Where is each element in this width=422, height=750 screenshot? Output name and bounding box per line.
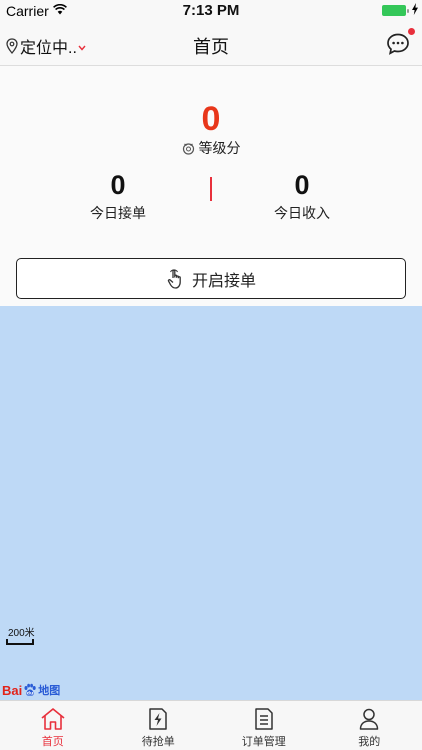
battery-icon — [382, 5, 409, 16]
baidu-logo-text: Bai — [2, 682, 23, 698]
tab-bar: 首页 待抢单 订单管理 我的 — [0, 700, 422, 750]
tab-home[interactable]: 首页 — [0, 701, 106, 750]
bolt-document-icon — [149, 708, 167, 730]
hand-pointer-icon — [167, 268, 181, 289]
status-time: 7:13 PM — [182, 2, 240, 19]
tab-profile-label: 我的 — [358, 736, 381, 748]
tab-grab-orders-label: 待抢单 — [141, 736, 175, 748]
map-view[interactable]: 200米 Bai du 地图 — [0, 306, 422, 700]
person-icon — [360, 708, 379, 730]
chat-bubble-icon — [387, 33, 409, 55]
home-icon — [41, 708, 65, 730]
start-button-label: 开启接单 — [191, 272, 256, 290]
stats-divider — [210, 177, 212, 201]
status-bar: Carrier 7:13 PM — [0, 0, 422, 22]
page-title: 首页 — [193, 37, 229, 57]
map-scale-label: 200米 — [8, 628, 35, 639]
level-label: 等级分 — [198, 140, 241, 156]
messages-button[interactable] — [386, 28, 415, 58]
today-income-value: 0 — [294, 170, 310, 200]
today-income-stat: 0 今日收入 — [232, 170, 372, 223]
tab-order-management-label: 订单管理 — [241, 736, 286, 748]
svg-text:du: du — [27, 691, 33, 697]
map-scale: 200米 — [6, 624, 35, 645]
medal-icon — [182, 142, 194, 155]
baidu-map-logo: Bai du 地图 — [2, 682, 60, 698]
level-row: 等级分 — [0, 138, 422, 158]
tab-grab-orders[interactable]: 待抢单 — [106, 701, 212, 750]
map-scale-bar — [6, 639, 34, 645]
today-orders-label: 今日接单 — [90, 205, 146, 221]
document-list-icon — [255, 708, 273, 730]
today-orders-stat: 0 今日接单 — [48, 170, 188, 223]
tab-home-label: 首页 — [41, 736, 64, 748]
unread-badge — [408, 28, 415, 35]
charging-icon — [412, 3, 418, 15]
tab-order-management[interactable]: 订单管理 — [211, 701, 317, 750]
level-score: 0 — [201, 100, 221, 138]
today-orders-value: 0 — [110, 170, 126, 200]
stats-panel: 0 等级分 0 今日接单 0 今日收入 开启接单 — [0, 66, 422, 306]
baidu-paw-icon: du — [24, 683, 36, 697]
tab-profile[interactable]: 我的 — [317, 701, 422, 750]
today-income-label: 今日收入 — [274, 205, 330, 221]
nav-bar: 定位中.. 首页 — [0, 22, 422, 66]
baidu-logo-map-text: 地图 — [38, 685, 61, 697]
start-accepting-orders-button[interactable]: 开启接单 — [16, 258, 406, 299]
